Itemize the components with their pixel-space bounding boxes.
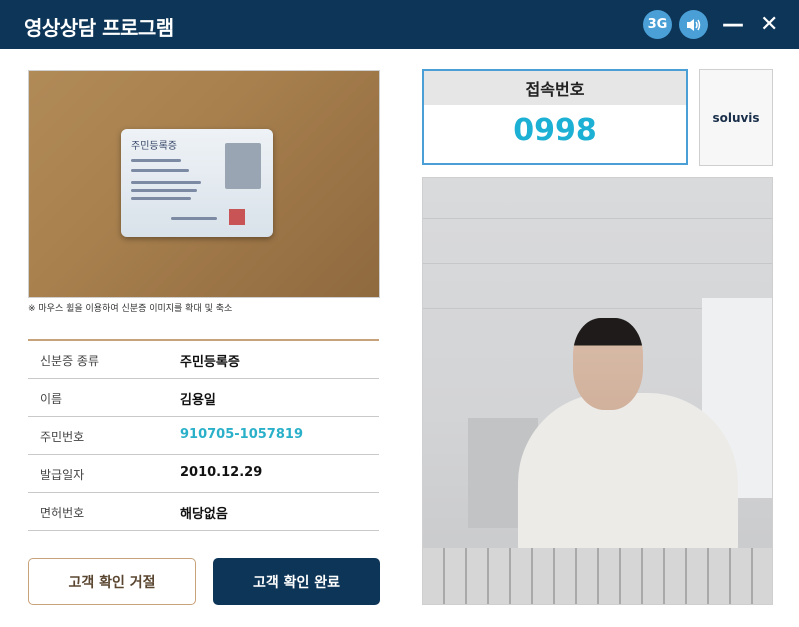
info-label: 신분증 종류 (40, 354, 100, 368)
access-number-panel: 접속번호 0998 (422, 69, 688, 165)
info-row-issue-date: 발급일자 2010.12.29 (28, 455, 379, 493)
info-label: 발급일자 (40, 468, 85, 482)
close-button[interactable]: ✕ (760, 10, 778, 39)
confirm-customer-button[interactable]: 고객 확인 완료 (213, 558, 380, 605)
id-card-image[interactable]: 주민등록증 (28, 70, 380, 298)
info-value: 해당없음 (180, 507, 228, 522)
id-card-line (131, 169, 189, 172)
info-row-id-type: 신분증 종류 주민등록증 (28, 341, 379, 379)
info-label: 주민번호 (40, 430, 85, 444)
info-value: 주민등록증 (180, 355, 240, 370)
app-title: 영상상담 프로그램 (24, 16, 174, 40)
info-label: 이름 (40, 392, 63, 406)
id-card: 주민등록증 (121, 129, 273, 237)
reject-customer-button[interactable]: 고객 확인 거절 (28, 558, 196, 605)
info-row-license-number: 면허번호 해당없음 (28, 493, 379, 531)
info-value: 김용일 (180, 393, 216, 408)
id-card-line (131, 189, 197, 192)
minimize-button[interactable]: — (722, 10, 744, 39)
info-label: 면허번호 (40, 506, 85, 520)
brand-logo: soluvis (699, 69, 773, 166)
person-body (518, 393, 738, 573)
id-card-title: 주민등록증 (131, 141, 177, 152)
title-bar: 영상상담 프로그램 3G — ✕ (0, 0, 799, 49)
id-card-seal (229, 209, 245, 225)
id-card-line (131, 159, 181, 162)
access-number-value: 0998 (513, 113, 597, 148)
ceiling-line (423, 263, 772, 264)
person-head (573, 318, 643, 410)
access-number-label: 접속번호 (424, 71, 686, 105)
customer-info-table: 신분증 종류 주민등록증 이름 김용일 주민번호 910705-1057819 … (28, 339, 379, 531)
id-card-portrait (225, 143, 261, 189)
id-card-line (131, 197, 191, 200)
video-feed (422, 177, 773, 605)
network-3g-button[interactable]: 3G (643, 10, 672, 39)
info-row-name: 이름 김용일 (28, 379, 379, 417)
id-card-line (171, 217, 217, 220)
zoom-notice: ※ 마우스 휠을 이용하여 신분증 이미지를 확대 및 축소 (28, 304, 233, 314)
info-row-resident-number: 주민번호 910705-1057819 (28, 417, 379, 455)
id-card-line (131, 181, 201, 184)
info-value: 2010.12.29 (180, 465, 263, 480)
keyboard (423, 548, 772, 604)
speaker-icon[interactable] (679, 10, 708, 39)
ceiling-line (423, 218, 772, 219)
info-value: 910705-1057819 (180, 427, 303, 442)
